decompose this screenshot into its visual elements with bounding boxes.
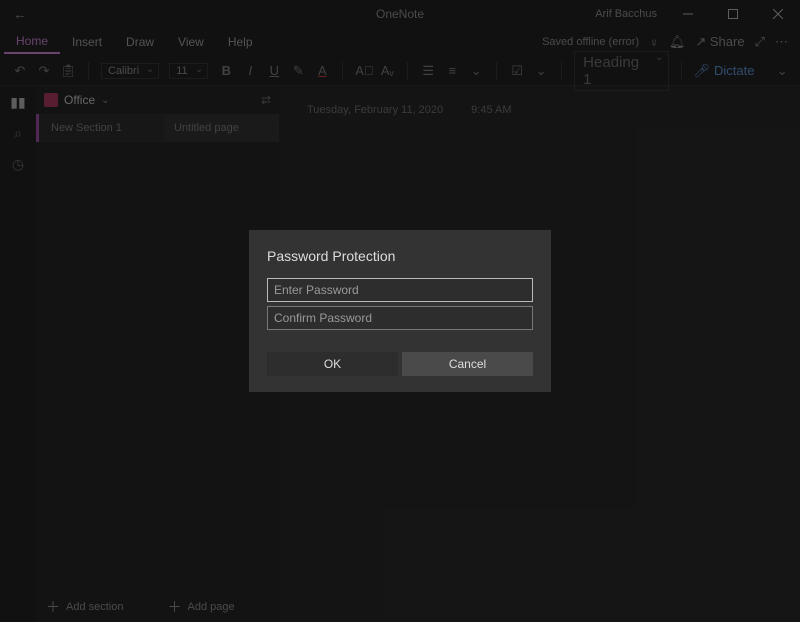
dialog-title: Password Protection — [267, 248, 533, 264]
confirm-password-input[interactable] — [267, 306, 533, 330]
ok-button[interactable]: OK — [267, 352, 398, 376]
modal-overlay: Password Protection OK Cancel — [0, 0, 800, 622]
password-protection-dialog: Password Protection OK Cancel — [249, 230, 551, 392]
cancel-button[interactable]: Cancel — [402, 352, 533, 376]
enter-password-input[interactable] — [267, 278, 533, 302]
